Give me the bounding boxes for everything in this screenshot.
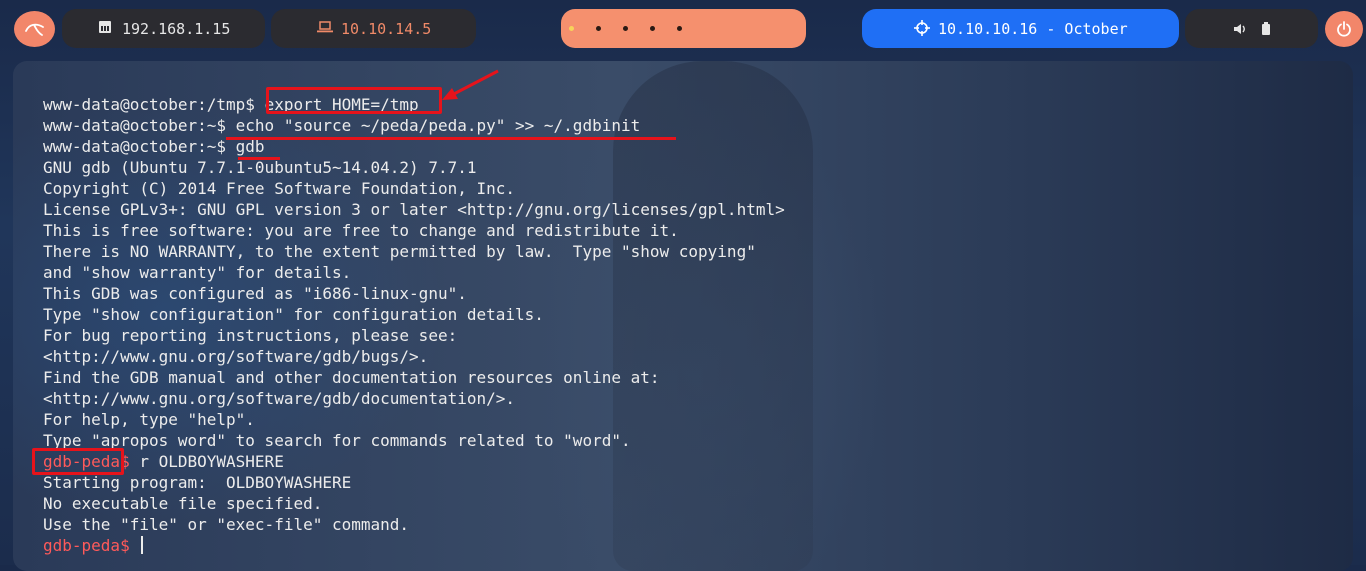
terminal-line: For bug reporting instructions, please s… <box>43 325 785 346</box>
terminal-line: Type "apropos word" to search for comman… <box>43 430 785 451</box>
terminal-line: License GPLv3+: GNU GPL version 3 or lat… <box>43 199 785 220</box>
command-text: r OLDBOYWASHERE <box>139 452 284 471</box>
output-text: Starting program: OLDBOYWASHERE <box>43 473 352 492</box>
terminal-line: Starting program: OLDBOYWASHERE <box>43 472 785 493</box>
terminal-line: This is free software: you are free to c… <box>43 220 785 241</box>
workspace-4-dot[interactable] <box>650 26 655 31</box>
ethernet-icon <box>99 21 111 33</box>
target-text: 10.10.10.16 - October <box>938 19 1128 38</box>
underline-gdb-command <box>238 157 280 160</box>
output-text: Find the GDB manual and other documentat… <box>43 368 660 387</box>
terminal-line: <http://www.gnu.org/software/gdb/documen… <box>43 388 785 409</box>
terminal-line: Use the "file" or "exec-file" command. <box>43 514 785 535</box>
output-text: There is NO WARRANTY, to the extent perm… <box>43 242 756 261</box>
target-indicator[interactable]: 10.10.10.16 - October <box>862 9 1179 48</box>
output-text: License GPLv3+: GNU GPL version 3 or lat… <box>43 200 785 219</box>
terminal-line: This GDB was configured as "i686-linux-g… <box>43 283 785 304</box>
shell-prompt: www-data@october:~$ <box>43 116 236 135</box>
terminal-line: gdb-peda$ r OLDBOYWASHERE <box>43 451 785 472</box>
terminal-output[interactable]: www-data@october:/tmp$ export HOME=/tmp w… <box>43 94 785 556</box>
terminal-line: Type "show configuration" for configurat… <box>43 304 785 325</box>
output-text: No executable file specified. <box>43 494 323 513</box>
workspace-5-dot[interactable] <box>677 26 682 31</box>
shell-prompt: www-data@october:/tmp$ <box>43 95 265 114</box>
crosshair-icon <box>914 20 930 36</box>
workspace-switcher[interactable] <box>561 9 806 48</box>
kali-menu-button[interactable] <box>14 11 55 47</box>
output-text: For bug reporting instructions, please s… <box>43 326 458 345</box>
terminal-line: There is NO WARRANTY, to the extent perm… <box>43 241 785 262</box>
battery-icon[interactable] <box>1261 21 1271 36</box>
vpn-ip-text: 10.10.14.5 <box>341 19 432 38</box>
output-text: GNU gdb (Ubuntu 7.7.1-0ubuntu5~14.04.2) … <box>43 158 477 177</box>
terminal-line: and "show warranty" for details. <box>43 262 785 283</box>
terminal-line: No executable file specified. <box>43 493 785 514</box>
shell-prompt: gdb-peda <box>43 536 121 555</box>
output-text: This GDB was configured as "i686-linux-g… <box>43 284 467 303</box>
highlight-gdb-peda-prompt <box>32 448 124 475</box>
laptop-icon <box>317 21 333 33</box>
output-text: <http://www.gnu.org/software/gdb/documen… <box>43 389 516 408</box>
output-text: <http://www.gnu.org/software/gdb/bugs/>. <box>43 347 429 366</box>
terminal-line: Find the GDB manual and other documentat… <box>43 367 785 388</box>
local-ip-text: 192.168.1.15 <box>122 19 231 38</box>
shell-prompt: www-data@october:~$ <box>43 137 236 156</box>
highlight-export-command <box>266 87 442 114</box>
local-ip-indicator[interactable]: 192.168.1.15 <box>62 9 265 48</box>
output-text: Type "show configuration" for configurat… <box>43 305 544 324</box>
kali-dragon-icon <box>24 23 44 36</box>
prompt-suffix: $ <box>120 536 140 555</box>
vpn-ip-indicator[interactable]: 10.10.14.5 <box>271 9 476 48</box>
terminal-line: For help, type "help". <box>43 409 785 430</box>
terminal-line: GNU gdb (Ubuntu 7.7.1-0ubuntu5~14.04.2) … <box>43 157 785 178</box>
workspace-3-dot[interactable] <box>623 26 628 31</box>
top-panel: 192.168.1.15 10.10.14.5 10.10.10.16 - Oc… <box>0 0 1366 58</box>
terminal-line: <http://www.gnu.org/software/gdb/bugs/>. <box>43 346 785 367</box>
text-cursor <box>141 536 144 554</box>
output-text: and "show warranty" for details. <box>43 263 352 282</box>
system-tray[interactable] <box>1185 9 1318 48</box>
terminal-line: Copyright (C) 2014 Free Software Foundat… <box>43 178 785 199</box>
power-button[interactable] <box>1325 11 1363 47</box>
underline-echo-command <box>226 137 676 140</box>
terminal-line: www-data@october:~$ echo "source ~/peda/… <box>43 115 785 136</box>
workspace-2-dot[interactable] <box>596 26 601 31</box>
terminal-window[interactable]: www-data@october:/tmp$ export HOME=/tmp w… <box>13 61 1353 571</box>
output-text: Copyright (C) 2014 Free Software Foundat… <box>43 179 516 198</box>
power-icon <box>1337 21 1351 37</box>
workspace-1-dot[interactable] <box>569 26 574 31</box>
terminal-line: gdb-peda$ <box>43 535 785 556</box>
output-text: For help, type "help". <box>43 410 255 429</box>
annotation-arrow <box>442 69 499 100</box>
output-text: Use the "file" or "exec-file" command. <box>43 515 410 534</box>
output-text: This is free software: you are free to c… <box>43 221 679 240</box>
command-text: echo "source ~/peda/peda.py" >> ~/.gdbin… <box>235 116 641 135</box>
output-text: Type "apropos word" to search for comman… <box>43 431 631 450</box>
volume-icon[interactable] <box>1233 23 1247 35</box>
